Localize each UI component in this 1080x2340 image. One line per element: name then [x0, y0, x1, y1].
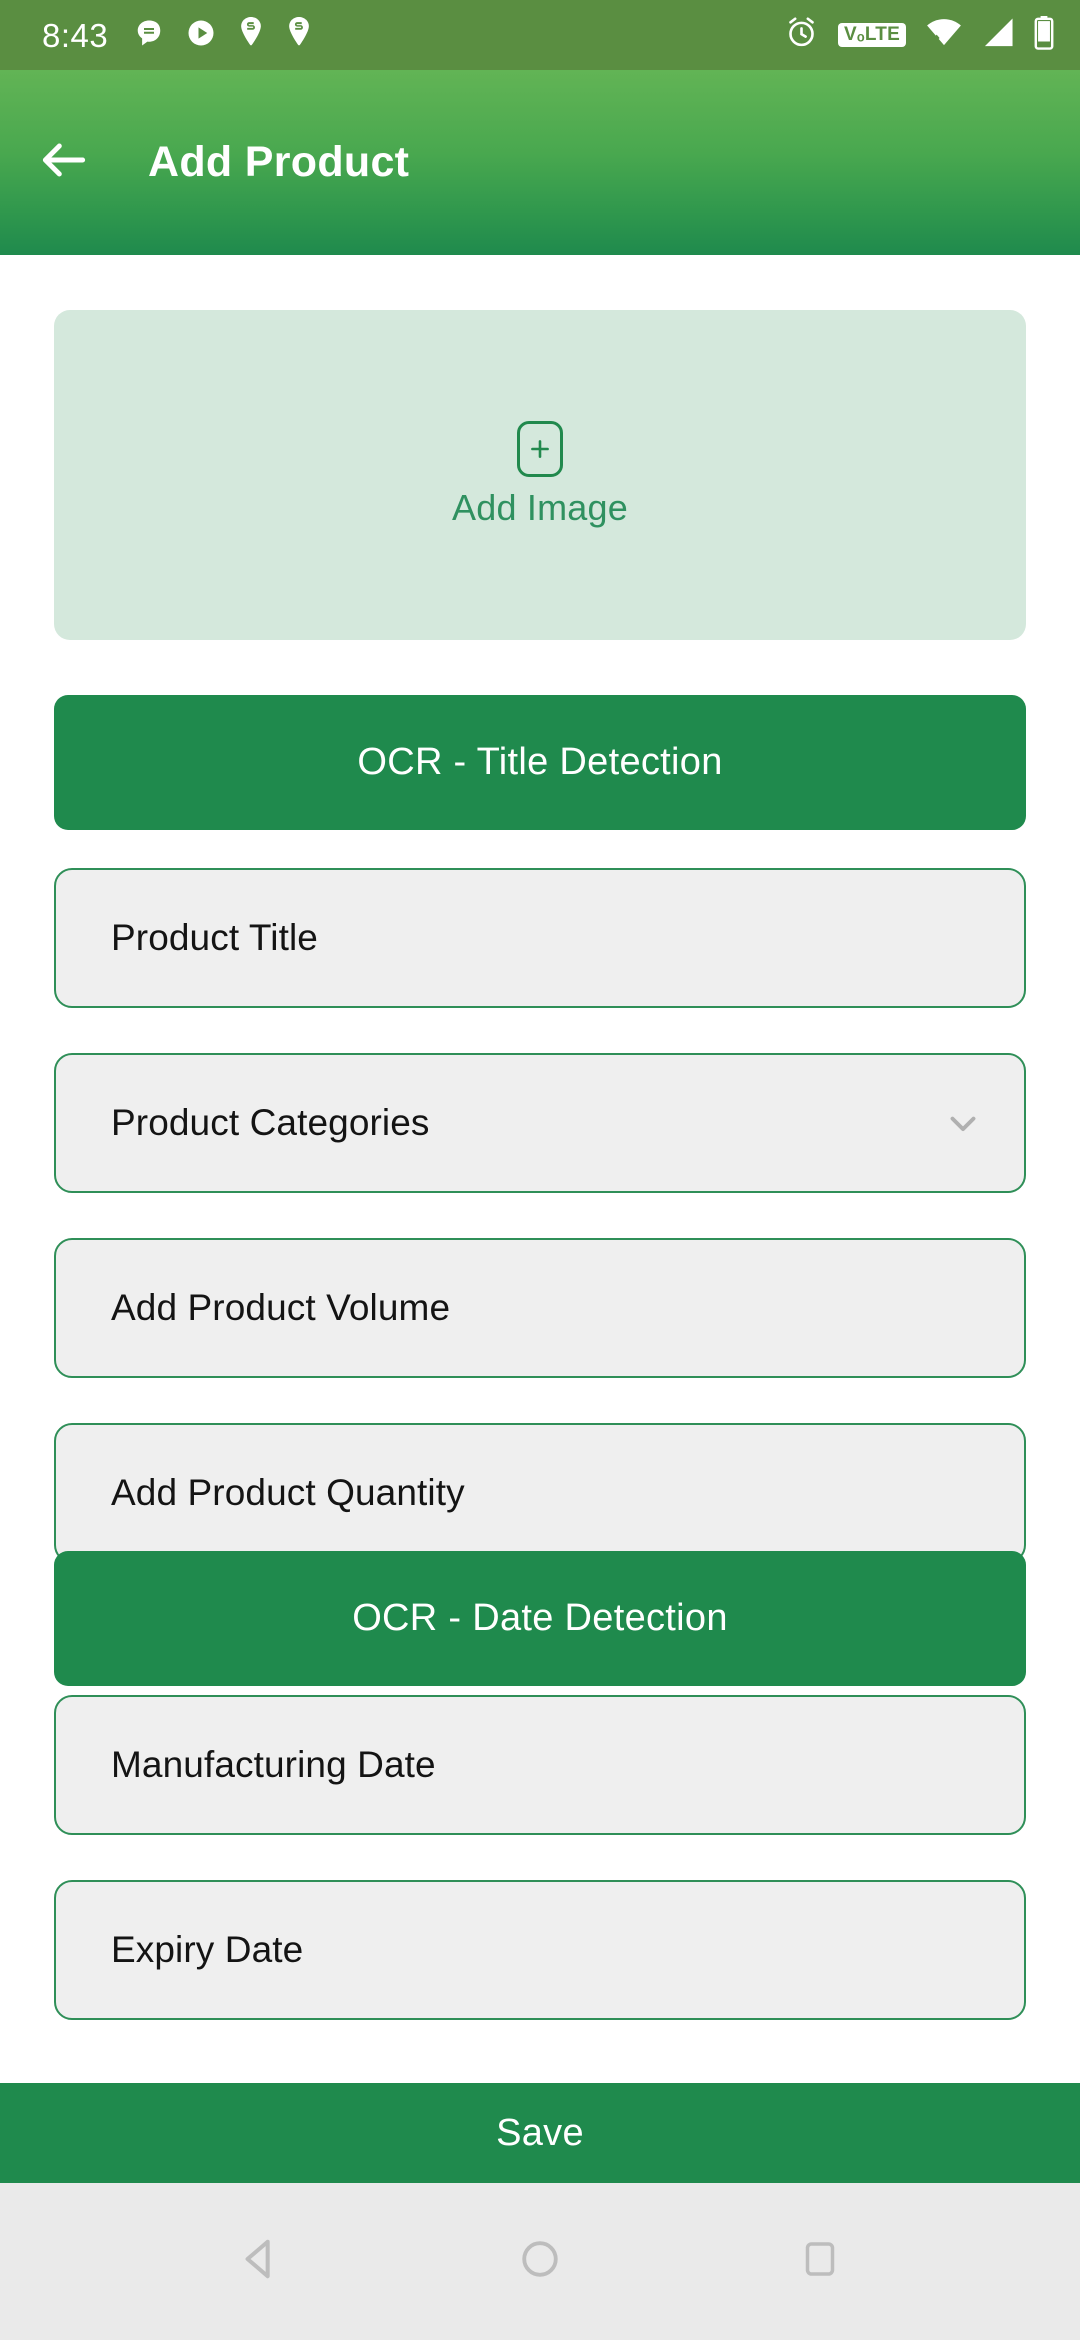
- alarm-icon: [785, 16, 818, 54]
- product-quantity-placeholder: Add Product Quantity: [111, 1472, 465, 1513]
- save-button-label: Save: [496, 2111, 584, 2154]
- nav-back-button[interactable]: [205, 2207, 315, 2317]
- product-quantity-input[interactable]: Add Product Quantity: [54, 1423, 1026, 1563]
- back-triangle-icon: [237, 2236, 283, 2287]
- manufacturing-date-input[interactable]: Manufacturing Date: [54, 1695, 1026, 1835]
- status-bar-notification-icons: [134, 16, 312, 54]
- nav-home-button[interactable]: [485, 2207, 595, 2317]
- form-content: Add Image OCR - Title Detection Product …: [0, 255, 1080, 2340]
- product-title-input[interactable]: Product Title: [54, 868, 1026, 1008]
- add-image-dropzone[interactable]: Add Image: [54, 310, 1026, 640]
- save-button[interactable]: Save: [0, 2083, 1080, 2183]
- product-title-placeholder: Product Title: [111, 917, 318, 958]
- battery-icon: [1034, 15, 1054, 55]
- manufacturing-date-placeholder: Manufacturing Date: [111, 1744, 436, 1785]
- product-categories-dropdown[interactable]: Product Categories: [54, 1053, 1026, 1193]
- message-icon: [134, 18, 164, 53]
- volte-icon: VₒLTE: [838, 23, 906, 47]
- plus-in-rounded-square-icon: [517, 421, 563, 477]
- play-circle-icon: [186, 18, 216, 53]
- ocr-title-detection-button[interactable]: OCR - Title Detection: [54, 695, 1026, 830]
- home-circle-icon: [518, 2237, 562, 2286]
- status-bar: 8:43 VₒLTE: [0, 0, 1080, 70]
- ocr-title-detection-label: OCR - Title Detection: [357, 741, 723, 783]
- app-bar: Add Product: [0, 70, 1080, 255]
- wifi-icon: [926, 18, 962, 53]
- android-navigation-bar: [0, 2183, 1080, 2340]
- recents-square-icon: [800, 2239, 840, 2284]
- ocr-date-detection-button[interactable]: OCR - Date Detection: [54, 1551, 1026, 1686]
- swiggy-icon: [286, 16, 312, 54]
- add-image-label: Add Image: [452, 487, 628, 528]
- app-screen: 8:43 VₒLTE Add Product Add Image OCR - T…: [0, 0, 1080, 2340]
- cellular-signal-icon: [982, 17, 1014, 53]
- swiggy-icon: [238, 16, 264, 54]
- product-volume-placeholder: Add Product Volume: [111, 1287, 451, 1328]
- status-bar-clock: 8:43: [42, 16, 109, 54]
- arrow-left-icon: [36, 132, 92, 193]
- product-categories-placeholder: Product Categories: [111, 1102, 430, 1143]
- expiry-date-input[interactable]: Expiry Date: [54, 1880, 1026, 2020]
- back-button[interactable]: [16, 115, 112, 211]
- nav-recents-button[interactable]: [765, 2207, 875, 2317]
- product-volume-input[interactable]: Add Product Volume: [54, 1238, 1026, 1378]
- expiry-date-placeholder: Expiry Date: [111, 1929, 304, 1970]
- status-bar-system-icons: VₒLTE: [785, 15, 1054, 55]
- chevron-down-icon[interactable]: [942, 1102, 984, 1144]
- ocr-date-detection-label: OCR - Date Detection: [352, 1597, 728, 1639]
- page-title: Add Product: [148, 138, 410, 186]
